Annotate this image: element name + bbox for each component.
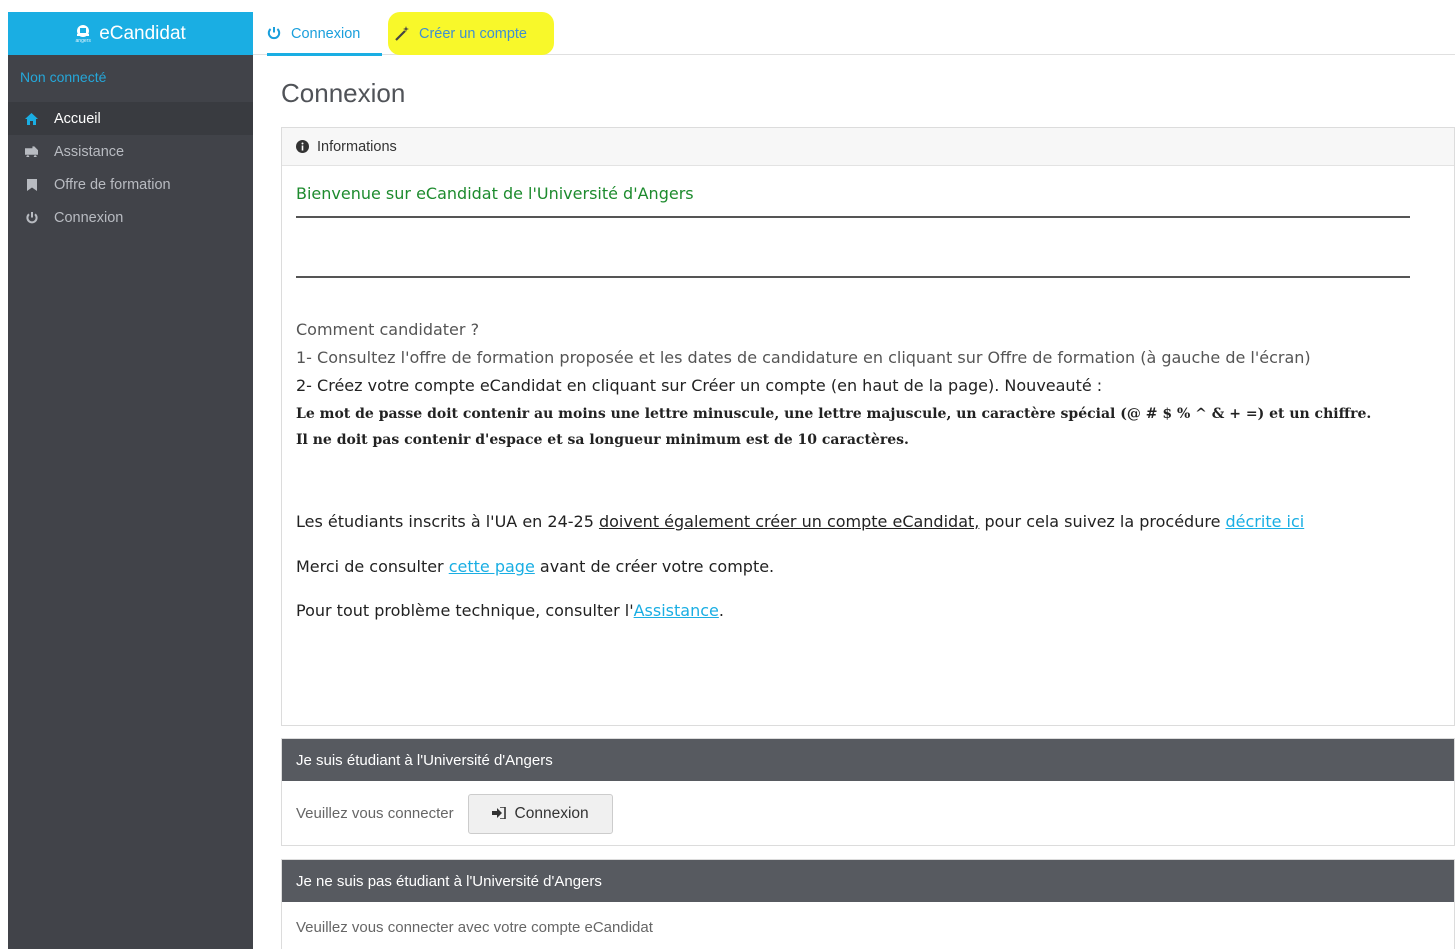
app-header: angers eCandidat <box>8 12 253 55</box>
university-logo: angers <box>75 24 91 44</box>
notice-text: pour cela suivez la procédure <box>979 512 1226 531</box>
welcome-message: Bienvenue sur eCandidat de l'Université … <box>296 184 694 203</box>
step-2: 2- Créez votre compte eCandidat en cliqu… <box>296 376 1103 395</box>
top-nav: Connexion Créer un compte <box>253 12 1455 56</box>
panel-header: Informations <box>282 128 1454 166</box>
sidebar-item-assistance[interactable]: Assistance <box>8 135 253 168</box>
connection-status: Non connecté <box>8 55 253 102</box>
sign-in-icon <box>491 806 506 821</box>
student-login-panel: Je suis étudiant à l'Université d'Angers… <box>281 738 1455 846</box>
connexion-button[interactable]: Connexion <box>467 793 613 834</box>
login-row: Veuillez vous connecter Connexion <box>282 781 1454 846</box>
notice-emphasis: doivent également créer un compte eCandi… <box>598 512 980 531</box>
logo-caption: angers <box>75 37 91 44</box>
sidebar-item-accueil[interactable]: Accueil <box>8 102 253 135</box>
tab-connexion[interactable]: Connexion <box>267 12 382 56</box>
panel-header: Je suis étudiant à l'Université d'Angers <box>282 739 1454 781</box>
cette-page-link[interactable]: cette page <box>449 557 535 576</box>
power-icon <box>267 26 282 41</box>
sidebar-item-label: Offre de formation <box>54 176 171 193</box>
tab-creer-un-compte[interactable]: Créer un compte <box>388 12 554 55</box>
login-prompt: Veuillez vous connecter avec votre compt… <box>296 919 653 936</box>
active-tab-indicator <box>267 53 382 56</box>
notice-text: Merci de consulter <box>296 557 449 576</box>
tab-label: Créer un compte <box>419 25 527 42</box>
login-prompt: Veuillez vous connecter <box>296 805 454 822</box>
button-label: Connexion <box>514 804 589 822</box>
notice-text: avant de créer votre compte. <box>534 557 775 576</box>
notice-text: . <box>718 601 724 620</box>
app-title: eCandidat <box>99 22 186 44</box>
info-circle-icon <box>296 140 309 153</box>
ambulance-icon <box>25 145 38 158</box>
password-rule-1: Le mot de passe doit contenir au moins u… <box>296 406 1372 422</box>
tab-label: Connexion <box>291 25 361 42</box>
home-icon <box>25 112 38 125</box>
sidebar-item-offre-de-formation[interactable]: Offre de formation <box>8 168 253 201</box>
sidebar: angers eCandidat Non connecté Accueil As… <box>8 12 253 949</box>
password-rule-2: Il ne doit pas contenir d'espace et sa l… <box>296 432 909 448</box>
notice-text: Les étudiants inscrits à l'UA en 24-25 <box>296 512 599 531</box>
sidebar-item-label: Connexion <box>54 209 124 226</box>
bookmark-icon <box>25 178 38 191</box>
assistance-link[interactable]: Assistance <box>634 601 719 620</box>
power-icon <box>25 211 38 224</box>
magic-wand-icon <box>395 26 410 41</box>
panel-header-label: Informations <box>317 138 397 155</box>
students-notice: Les étudiants inscrits à l'UA en 24-25 d… <box>296 512 1304 531</box>
divider <box>296 276 1410 278</box>
panel-header: Je ne suis pas étudiant à l'Université d… <box>282 860 1454 902</box>
how-to-title: Comment candidater ? <box>296 320 480 339</box>
divider <box>296 216 1410 218</box>
tech-notice: Pour tout problème technique, consulter … <box>296 601 724 620</box>
sidebar-item-connexion[interactable]: Connexion <box>8 201 253 234</box>
sidebar-item-label: Accueil <box>54 110 101 127</box>
information-panel: Informations Bienvenue sur eCandidat de … <box>281 127 1455 726</box>
consult-notice: Merci de consulter cette page avant de c… <box>296 557 774 576</box>
page-title: Connexion <box>281 78 406 108</box>
logo-icon <box>77 24 90 37</box>
procedure-link[interactable]: décrite ici <box>1226 512 1305 531</box>
sidebar-item-label: Assistance <box>54 143 125 160</box>
step-1: 1- Consultez l'offre de formation propos… <box>296 348 1311 367</box>
nonstudent-login-panel: Je ne suis pas étudiant à l'Université d… <box>281 859 1455 949</box>
notice-text: Pour tout problème technique, consulter … <box>296 601 634 620</box>
